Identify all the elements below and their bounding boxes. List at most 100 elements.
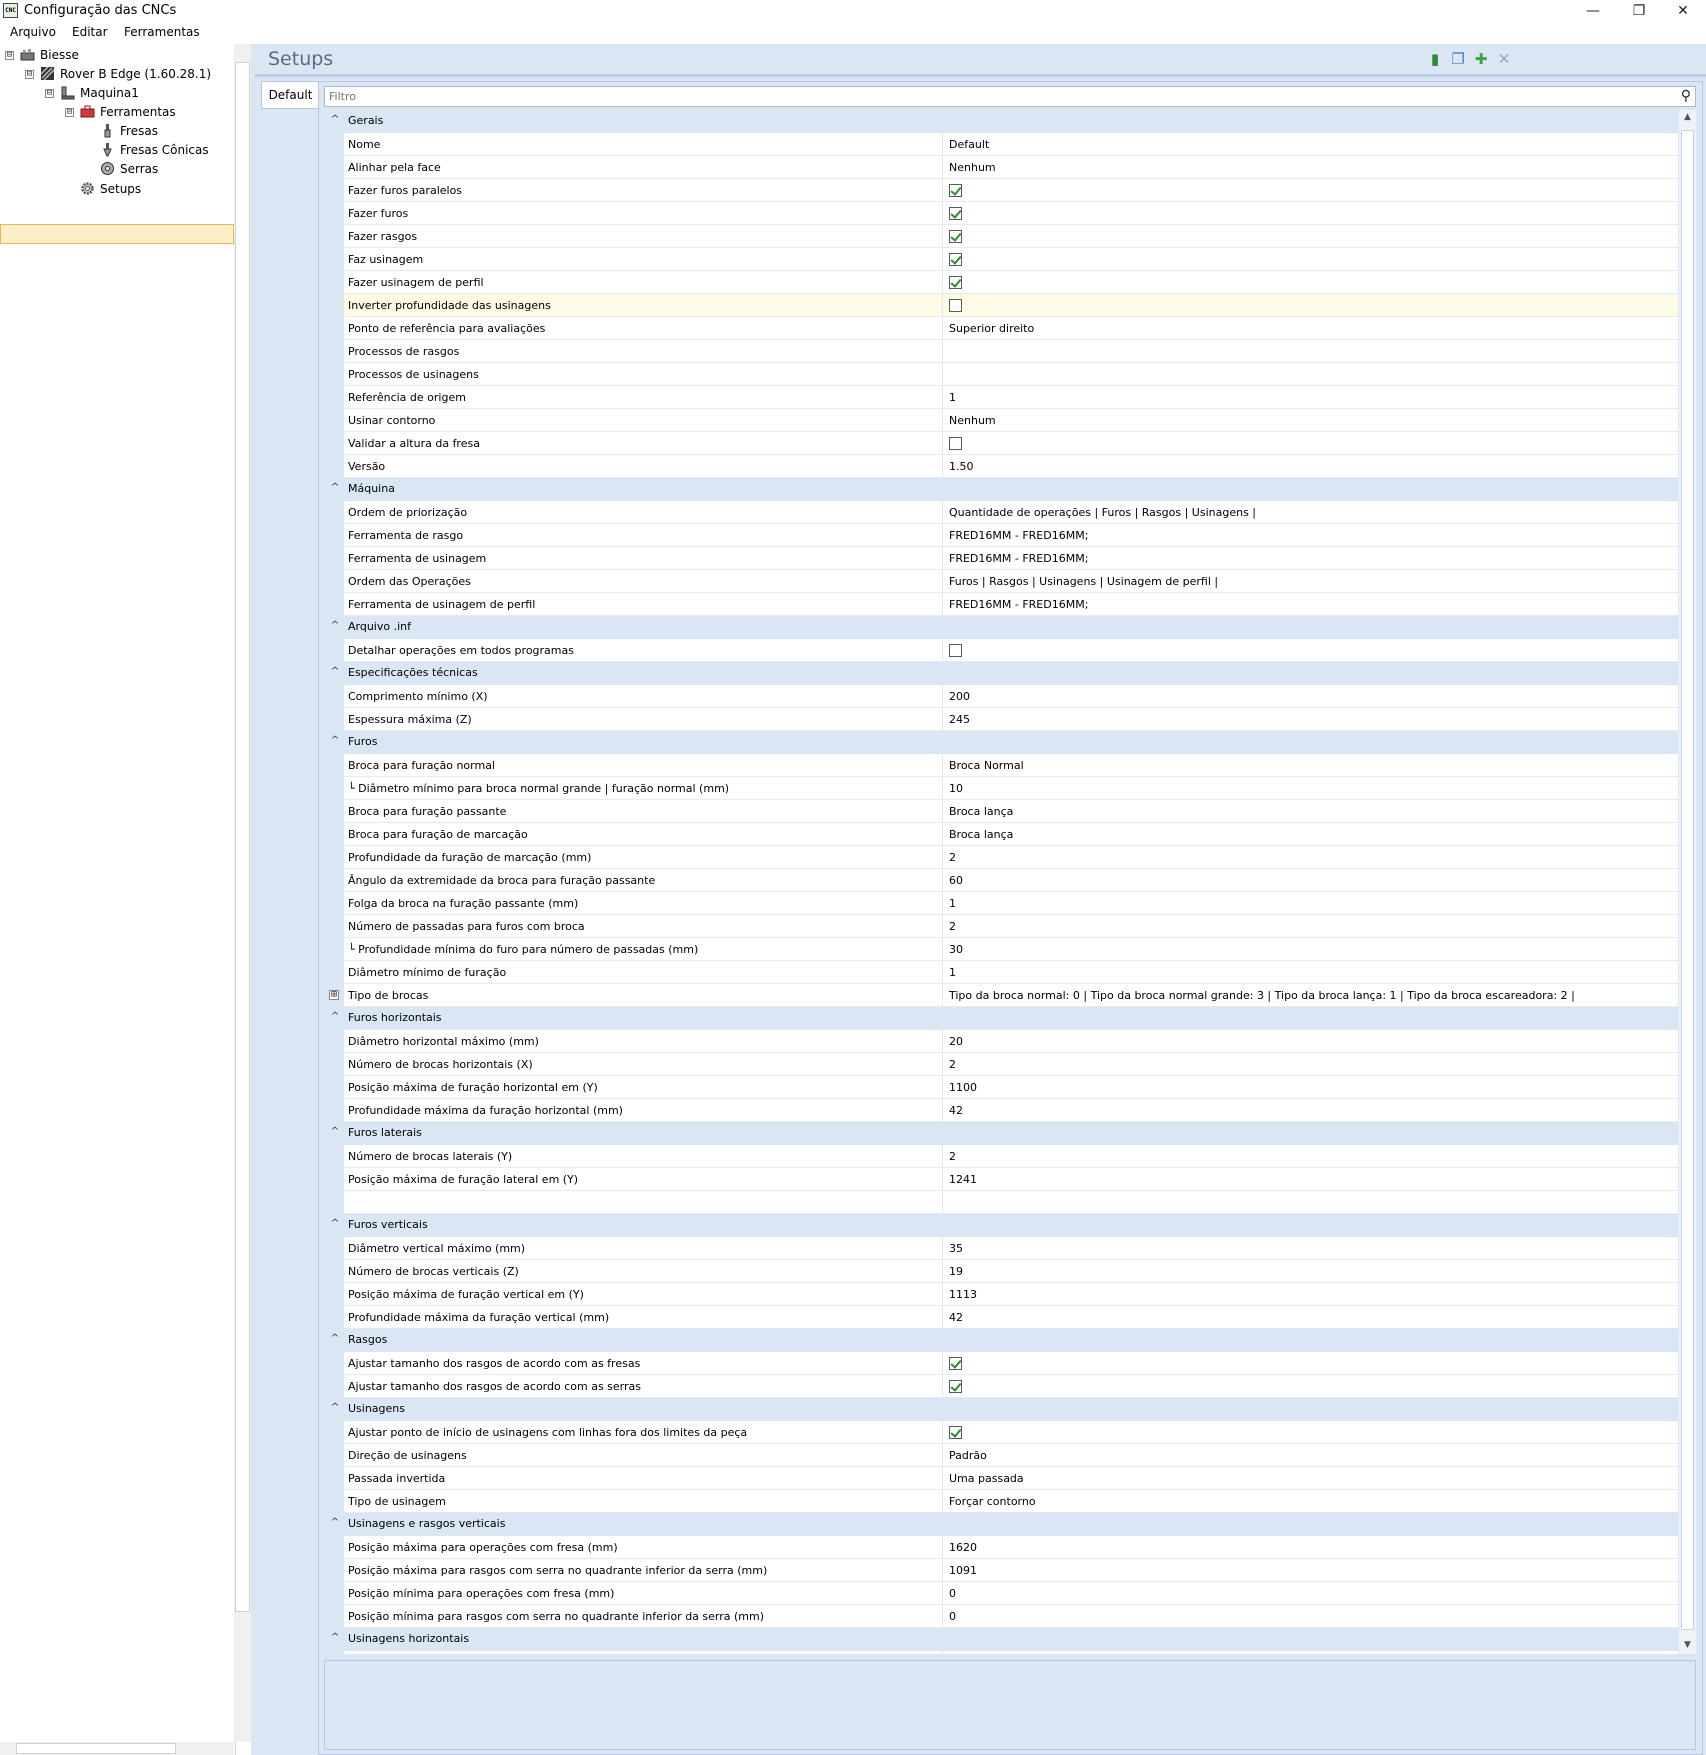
property-value[interactable]: 0	[949, 1587, 956, 1600]
tree-node-maquina1[interactable]: ⊟ Maquina1	[0, 84, 230, 102]
scroll-up-icon[interactable]: ▲	[1679, 112, 1696, 122]
property-row[interactable]	[324, 1191, 1678, 1214]
property-row[interactable]: Validar a altura da fresa	[324, 432, 1678, 455]
property-value[interactable]: 20	[949, 1035, 963, 1048]
property-row[interactable]: Posição máxima de furação lateral em (Y)…	[324, 1168, 1678, 1191]
expand-icon[interactable]: ⊞	[329, 990, 339, 1000]
collapse-caret-icon[interactable]: ^	[330, 1517, 340, 1528]
property-value[interactable]: FRED16MM - FRED16MM;	[949, 598, 1088, 611]
property-row[interactable]: Número de brocas horizontais (X) 2	[324, 1053, 1678, 1076]
property-row[interactable]: Número de brocas laterais (Y) 2	[324, 1145, 1678, 1168]
category-row[interactable]: ^ Usinagens e rasgos verticais	[324, 1513, 1678, 1536]
property-value[interactable]: Broca Normal	[949, 759, 1024, 772]
scroll-thumb[interactable]	[16, 1743, 176, 1754]
property-row[interactable]: Posição mínima para operações com fresa …	[324, 1582, 1678, 1605]
property-row[interactable]: Ferramenta de rasgo FRED16MM - FRED16MM;	[324, 524, 1678, 547]
property-row[interactable]: Ajustar ponto de início de usinagens com…	[324, 1421, 1678, 1444]
category-row[interactable]: ^ Furos verticais	[324, 1214, 1678, 1237]
property-value[interactable]: 1241	[949, 1173, 977, 1186]
collapse-caret-icon[interactable]: ^	[330, 666, 340, 677]
property-row[interactable]: Inverter profundidade das usinagens	[324, 294, 1678, 317]
property-value[interactable]: Padrão	[949, 1449, 987, 1462]
property-value[interactable]: Nenhum	[949, 414, 996, 427]
property-row[interactable]: Fazer furos paralelos	[324, 179, 1678, 202]
minimize-button[interactable]: —	[1570, 0, 1616, 22]
property-value[interactable]: Superior direito	[949, 322, 1034, 335]
property-value[interactable]: 60	[949, 874, 963, 887]
category-row[interactable]: ^ Especificações técnicas	[324, 662, 1678, 685]
property-value[interactable]: FRED16MM - FRED16MM;	[949, 552, 1088, 565]
property-row[interactable]: Ferramenta de usinagem FRED16MM - FRED16M…	[324, 547, 1678, 570]
property-value[interactable]: 1620	[949, 1541, 977, 1554]
tree-node-ferramentas[interactable]: ⊟ Ferramentas	[0, 103, 230, 121]
property-row[interactable]: Ponto de referência para avaliações Super…	[324, 317, 1678, 340]
property-value[interactable]: 1	[949, 897, 956, 910]
search-icon[interactable]: ⚲	[1681, 88, 1691, 104]
property-value[interactable]: 1	[949, 966, 956, 979]
property-value[interactable]: Forçar contorno	[949, 1495, 1036, 1508]
property-row[interactable]: Tipo de usinagem Forçar contorno	[324, 1490, 1678, 1513]
property-row[interactable]: Usinar contorno Nenhum	[324, 409, 1678, 432]
property-checkbox[interactable]	[949, 299, 962, 312]
info-icon[interactable]: ▮	[1426, 50, 1444, 68]
property-row[interactable]: Ordem das Operações Furos | Rasgos | Usin…	[324, 570, 1678, 593]
property-row[interactable]: Ajustar tamanho dos rasgos de acordo com…	[324, 1375, 1678, 1398]
property-row[interactable]: Detalhar operações em todos programas	[324, 639, 1678, 662]
collapse-caret-icon[interactable]: ^	[330, 735, 340, 746]
tree-node-setups[interactable]: Setups	[0, 180, 230, 198]
property-value[interactable]: FRED16MM - FRED16MM;	[949, 529, 1088, 542]
property-value[interactable]: 2	[949, 851, 956, 864]
property-row[interactable]: Diâmetro vertical máximo (mm) 35	[324, 1237, 1678, 1260]
scroll-thumb[interactable]	[235, 62, 250, 1612]
property-value[interactable]: Broca lança	[949, 805, 1013, 818]
tree-horizontal-scrollbar[interactable]	[0, 1742, 234, 1755]
property-value[interactable]: 19	[949, 1265, 963, 1278]
property-checkbox[interactable]	[949, 276, 962, 289]
tree-node-fresas[interactable]: Fresas	[0, 122, 230, 140]
property-value[interactable]: 1113	[949, 1288, 977, 1301]
property-row[interactable]: Posição máxima para operações com fresa …	[324, 1536, 1678, 1559]
close-button[interactable]: ✕	[1660, 0, 1706, 22]
collapse-caret-icon[interactable]: ^	[330, 482, 340, 493]
property-row[interactable]: Número de passadas para furos com broca 2	[324, 915, 1678, 938]
property-value[interactable]: 1.50	[949, 460, 974, 473]
property-checkbox[interactable]	[949, 207, 962, 220]
category-row[interactable]: ^ Furos laterais	[324, 1122, 1678, 1145]
property-checkbox[interactable]	[949, 1357, 962, 1370]
property-value[interactable]: Nenhum	[949, 161, 996, 174]
property-row[interactable]: Profundidade máxima da furação vertical …	[324, 1306, 1678, 1329]
property-row[interactable]: Processos de usinagens	[324, 363, 1678, 386]
collapse-icon[interactable]: ⊟	[65, 108, 74, 117]
property-row[interactable]: Número de brocas verticais (Z) 19	[324, 1260, 1678, 1283]
category-row[interactable]: ^ Rasgos	[324, 1329, 1678, 1352]
property-checkbox[interactable]	[949, 1426, 962, 1439]
collapse-caret-icon[interactable]: ^	[330, 114, 340, 125]
property-row[interactable]: Fazer usinagem de perfil	[324, 271, 1678, 294]
tab-default[interactable]: Default	[261, 81, 319, 109]
property-value[interactable]: 1	[949, 391, 956, 404]
property-row[interactable]: Broca para furação de marcação Broca lanç…	[324, 823, 1678, 846]
property-value[interactable]: Uma passada	[949, 1472, 1024, 1485]
property-row[interactable]: Profundidade máxima da furação horizonta…	[324, 1099, 1678, 1122]
property-checkbox[interactable]	[949, 437, 962, 450]
category-row[interactable]: ^ Arquivo .inf	[324, 616, 1678, 639]
property-row[interactable]: Direção de usinagens Padrão	[324, 1444, 1678, 1467]
property-value[interactable]: 0	[949, 1610, 956, 1623]
property-row[interactable]: Ferramenta de usinagem de perfil FRED16MM…	[324, 593, 1678, 616]
tree-node-serras[interactable]: Serras	[0, 160, 230, 178]
property-row[interactable]: Profundidade da furação de marcação (mm)…	[324, 846, 1678, 869]
collapse-caret-icon[interactable]: ^	[330, 1402, 340, 1413]
filter-input[interactable]	[325, 87, 1665, 106]
property-row[interactable]: Fazer rasgos	[324, 225, 1678, 248]
property-value[interactable]: Tipo da broca normal: 0 | Tipo da broca …	[949, 989, 1575, 1002]
category-row[interactable]: ^ Usinagens horizontais	[324, 1628, 1678, 1651]
add-icon[interactable]: ✚	[1472, 50, 1490, 68]
property-value[interactable]: 2	[949, 1058, 956, 1071]
property-value[interactable]: 42	[949, 1104, 963, 1117]
property-row[interactable]: Diâmetro horizontal máximo (mm) 20	[324, 1030, 1678, 1053]
collapse-caret-icon[interactable]: ^	[330, 1011, 340, 1022]
collapse-caret-icon[interactable]: ^	[330, 1126, 340, 1137]
property-row[interactable]: Ordem de priorização Quantidade de operaç…	[324, 501, 1678, 524]
category-row[interactable]: ^ Usinagens	[324, 1398, 1678, 1421]
delete-icon[interactable]: ✕	[1495, 50, 1513, 68]
